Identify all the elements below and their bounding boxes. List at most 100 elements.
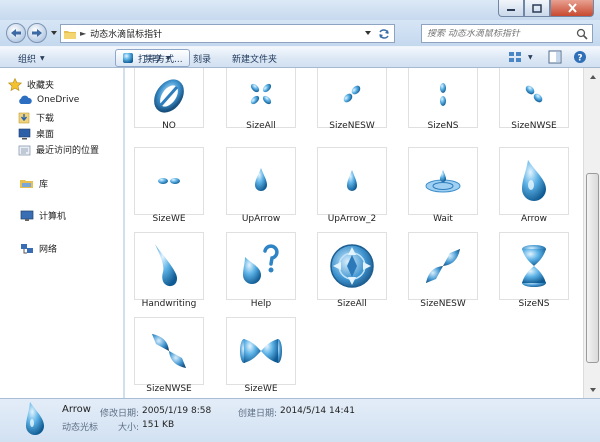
nav-label-libraries: 库 bbox=[39, 180, 49, 190]
folder-icon bbox=[64, 30, 76, 39]
file-thumbnail bbox=[317, 147, 387, 215]
file-name: SizeWE bbox=[152, 214, 186, 224]
minimize-button[interactable] bbox=[498, 0, 524, 17]
file-name: SizeAll bbox=[246, 121, 276, 131]
size-label: 大小: bbox=[118, 423, 140, 433]
size-value: 151 KB bbox=[142, 420, 175, 430]
uparrow-drop-icon bbox=[255, 168, 267, 191]
file-name: Wait bbox=[433, 214, 453, 224]
selected-file-name: Arrow bbox=[62, 404, 91, 415]
size-nesw-big-icon bbox=[426, 249, 460, 283]
nav-label-favorites: 收藏夹 bbox=[27, 81, 55, 91]
address-dropdown-icon[interactable] bbox=[364, 29, 372, 37]
refresh-icon[interactable] bbox=[377, 27, 391, 41]
recent-pages-chevron-icon[interactable] bbox=[50, 29, 58, 37]
view-chevron-down-icon[interactable]: ▼ bbox=[528, 54, 533, 61]
nav-item-network[interactable]: 网络 bbox=[20, 242, 57, 255]
recent-places-icon bbox=[18, 145, 31, 155]
burn-label: 刻录 bbox=[193, 55, 212, 65]
library-icon bbox=[20, 180, 33, 188]
breadcrumb[interactable]: 动态水滴鼠标指针 bbox=[90, 27, 162, 40]
navigation-pane: 收藏夹 OneDrive 下载 桌面 最近访问的位置 库 计算机 网络 bbox=[0, 68, 124, 398]
search-box[interactable] bbox=[421, 24, 593, 43]
nav-item-downloads[interactable]: 下载 bbox=[18, 111, 54, 124]
new-folder-label: 新建文件夹 bbox=[232, 55, 278, 65]
nav-item-onedrive[interactable]: OneDrive bbox=[18, 95, 79, 105]
file-name: SizeNS bbox=[427, 121, 459, 131]
back-button[interactable] bbox=[6, 23, 26, 43]
file-name: SizeNWSE bbox=[146, 384, 192, 394]
file-name: SizeAll bbox=[337, 299, 367, 309]
address-row: ► 动态水滴鼠标指针 bbox=[0, 20, 600, 46]
size-all-big-icon bbox=[330, 244, 374, 288]
file-name: SizeNWSE bbox=[511, 121, 557, 131]
scroll-up-button[interactable] bbox=[585, 69, 600, 84]
forward-button[interactable] bbox=[27, 23, 47, 43]
help-icon: ? bbox=[574, 51, 586, 64]
size-all-small-icon bbox=[250, 83, 272, 105]
file-name: Arrow bbox=[520, 214, 548, 224]
size-we-big-icon bbox=[240, 339, 282, 363]
nav-label-downloads: 下载 bbox=[36, 114, 55, 124]
file-thumbnail bbox=[499, 232, 569, 300]
new-folder-button[interactable]: 新建文件夹 bbox=[232, 51, 277, 66]
vertical-scrollbar[interactable] bbox=[583, 68, 600, 398]
uparrow2-drop-icon bbox=[347, 170, 357, 191]
handwriting-drop-icon bbox=[155, 244, 178, 287]
file-name: UpArrow_2 bbox=[327, 214, 377, 224]
scroll-thumb[interactable] bbox=[586, 173, 599, 363]
file-thumbnail bbox=[408, 68, 478, 128]
preview-pane-button[interactable] bbox=[548, 50, 562, 64]
minimize-icon bbox=[507, 9, 515, 11]
nav-item-recent-places[interactable]: 最近访问的位置 bbox=[18, 143, 99, 156]
size-nwse-small-icon bbox=[525, 85, 543, 103]
organize-button[interactable]: 组织 ▼ bbox=[18, 51, 45, 66]
search-icon[interactable] bbox=[576, 28, 588, 40]
nav-item-desktop[interactable]: 桌面 bbox=[18, 127, 54, 140]
no-ring-icon bbox=[154, 79, 184, 113]
file-thumbnail bbox=[134, 68, 204, 128]
share-button[interactable]: 共享 ▼ bbox=[144, 51, 171, 66]
downloads-folder-icon bbox=[18, 112, 30, 124]
nav-item-computer[interactable]: 计算机 bbox=[20, 209, 66, 222]
created-date-value: 2014/5/14 14:41 bbox=[280, 406, 355, 416]
nav-label-computer: 计算机 bbox=[39, 212, 67, 222]
nav-label-network: 网络 bbox=[39, 245, 58, 255]
view-options[interactable]: ▼ bbox=[508, 50, 533, 64]
address-bar[interactable]: ► 动态水滴鼠标指针 bbox=[60, 24, 395, 43]
scroll-down-button[interactable] bbox=[585, 382, 600, 397]
file-thumbnail bbox=[226, 232, 296, 300]
size-we-small-icon bbox=[158, 178, 180, 184]
modified-date-value: 2005/1/19 8:58 bbox=[142, 406, 212, 416]
close-button[interactable] bbox=[550, 0, 594, 17]
modified-date-label: 修改日期: bbox=[100, 409, 140, 419]
file-list: NO SizeAll SizeNESW SizeNS SizeNWSE Size… bbox=[125, 68, 583, 398]
search-input[interactable] bbox=[422, 28, 572, 39]
burn-button[interactable]: 刻录 bbox=[193, 51, 211, 66]
nav-label-desktop: 桌面 bbox=[36, 130, 55, 140]
arrow-drop-icon bbox=[26, 402, 44, 435]
selected-file-type: 动态光标 bbox=[62, 423, 99, 433]
size-nesw-small-icon bbox=[343, 85, 361, 103]
details-pane: Arrow 动态光标 修改日期: 2005/1/19 8:58 创建日期: 20… bbox=[0, 398, 600, 442]
scroll-down-arrow-icon bbox=[589, 387, 596, 392]
nav-item-favorites[interactable]: 收藏夹 bbox=[8, 78, 54, 91]
help-button[interactable]: ? bbox=[573, 50, 587, 64]
size-nwse-big-icon bbox=[152, 334, 186, 368]
file-thumbnail bbox=[408, 232, 478, 300]
title-bar bbox=[0, 0, 600, 20]
file-name: UpArrow bbox=[241, 214, 281, 224]
file-thumbnail bbox=[317, 232, 387, 300]
maximize-button[interactable] bbox=[524, 0, 550, 17]
size-ns-small-icon bbox=[440, 83, 446, 106]
nav-item-libraries[interactable]: 库 bbox=[20, 177, 48, 190]
wait-splash-icon bbox=[425, 170, 461, 193]
back-arrow-icon bbox=[11, 29, 21, 37]
file-thumbnail bbox=[134, 317, 204, 385]
view-grid-icon[interactable] bbox=[508, 50, 524, 64]
breadcrumb-separator-icon: ► bbox=[80, 29, 87, 38]
forward-arrow-icon bbox=[32, 29, 42, 37]
svg-text:?: ? bbox=[577, 54, 582, 64]
preview-pane-icon bbox=[548, 50, 562, 64]
file-thumbnail bbox=[226, 317, 296, 385]
